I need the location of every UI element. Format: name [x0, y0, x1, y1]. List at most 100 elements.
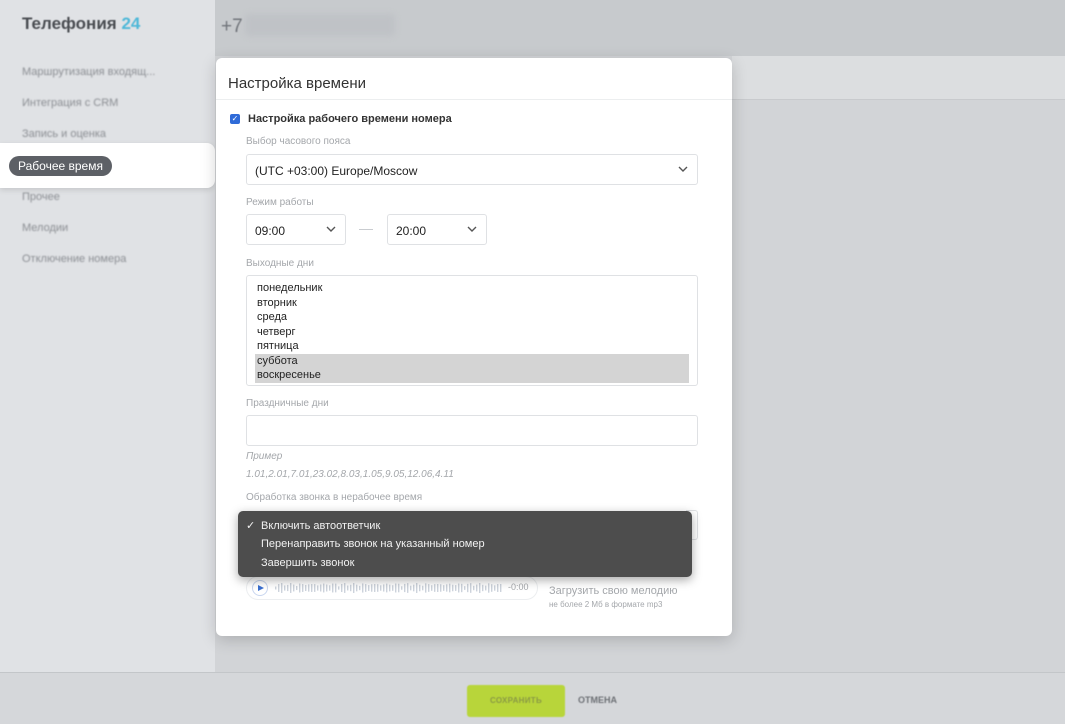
waveform-bar — [314, 584, 316, 592]
waveform-bar — [443, 585, 445, 591]
chevron-down-icon — [325, 223, 339, 237]
sidebar-item-recording[interactable]: Запись и оценка — [22, 128, 106, 140]
waveform-bar — [323, 583, 325, 593]
waveform-bar — [299, 583, 301, 593]
waveform-bar — [479, 583, 481, 593]
upload-melody-link[interactable]: Загрузить свою мелодию — [549, 585, 677, 597]
waveform[interactable] — [275, 581, 503, 595]
waveform-bar — [326, 584, 328, 592]
weekday-option[interactable]: понедельник — [255, 281, 689, 296]
sidebar-item-melodies[interactable]: Мелодии — [22, 222, 68, 234]
sidebar-item-routing[interactable]: Маршрутизация входящ... — [22, 66, 155, 78]
menu-item-forward[interactable]: Перенаправить звонок на указанный номер — [246, 538, 485, 550]
waveform-bar — [293, 584, 295, 592]
weekday-option-selected[interactable]: суббота — [255, 353, 689, 368]
menu-item-end-call[interactable]: Завершить звонок — [246, 557, 354, 569]
menu-item-autoanswer[interactable]: ✓ Включить автоответчик — [246, 519, 380, 532]
waveform-bar — [308, 584, 310, 592]
waveform-bar — [437, 584, 439, 592]
audio-player: -0:00 — [246, 576, 538, 600]
waveform-bar — [458, 583, 460, 593]
waveform-bar — [431, 585, 433, 591]
play-icon[interactable] — [252, 580, 268, 596]
timezone-select[interactable]: (UTC +03:00) Europe/Moscow — [246, 154, 698, 185]
waveform-bar — [407, 583, 409, 593]
waveform-bar — [368, 585, 370, 591]
waveform-bar — [440, 584, 442, 592]
waveform-bar — [395, 583, 397, 593]
save-button[interactable]: СОХРАНИТЬ — [467, 685, 565, 717]
weekday-option[interactable]: вторник — [255, 296, 689, 311]
waveform-bar — [275, 586, 277, 590]
waveform-bar — [413, 584, 415, 592]
waveform-bar — [467, 583, 469, 593]
header: +7 — [215, 0, 1065, 56]
time-to-select[interactable]: 20:00 — [387, 214, 487, 245]
waveform-bar — [371, 584, 373, 592]
waveform-bar — [383, 584, 385, 592]
sidebar-item-worktime[interactable]: Рабочее время — [0, 143, 215, 188]
waveform-bar — [302, 584, 304, 592]
holidays-input[interactable] — [246, 415, 698, 446]
waveform-bar — [404, 583, 406, 593]
phone-number-redacted — [245, 14, 395, 36]
waveform-bar — [344, 583, 346, 593]
waveform-bar — [305, 584, 307, 592]
waveform-bar — [287, 584, 289, 592]
waveform-bar — [446, 584, 448, 592]
sidebar-item-other[interactable]: Прочее — [22, 191, 60, 203]
time-from-value: 09:00 — [255, 224, 286, 238]
waveform-bar — [392, 585, 394, 591]
sidebar-item-label: Рабочее время — [9, 156, 112, 176]
waveform-bar — [281, 583, 283, 593]
checkbox-checked-icon[interactable]: ✓ — [230, 114, 240, 124]
waveform-bar — [401, 586, 403, 590]
weekends-label: Выходные дни — [246, 258, 314, 269]
sidebar-item-disable[interactable]: Отключение номера — [22, 253, 126, 265]
weekday-option[interactable]: четверг — [255, 325, 689, 340]
modal-title: Настройка времени — [228, 75, 366, 92]
weekday-option[interactable]: среда — [255, 310, 689, 325]
work-mode-label: Режим работы — [246, 197, 314, 208]
waveform-bar — [491, 584, 493, 592]
waveform-bar — [494, 585, 496, 591]
waveform-bar — [422, 585, 424, 591]
player-time: -0:00 — [508, 582, 529, 592]
waveform-bar — [311, 584, 313, 592]
waveform-bar — [416, 583, 418, 593]
cancel-button[interactable]: ОТМЕНА — [578, 695, 617, 705]
waveform-bar — [389, 584, 391, 592]
upload-hint: не более 2 Мб в формате mp3 — [549, 600, 663, 609]
sidebar: Телефония 24 Маршрутизация входящ... Инт… — [0, 0, 215, 672]
chevron-down-icon — [677, 163, 691, 177]
waveform-bar — [317, 585, 319, 591]
waveform-bar — [449, 583, 451, 593]
time-from-select[interactable]: 09:00 — [246, 214, 346, 245]
timezone-label: Выбор часового пояса — [246, 136, 351, 147]
waveform-bar — [278, 584, 280, 592]
waveform-bar — [410, 585, 412, 591]
worktime-checkbox-row[interactable]: ✓ Настройка рабочего времени номера — [230, 113, 452, 125]
weekday-option[interactable]: пятница — [255, 339, 689, 354]
waveform-bar — [434, 584, 436, 592]
app-logo: Телефония 24 — [22, 14, 141, 33]
divider — [216, 99, 732, 100]
waveform-bar — [332, 583, 334, 593]
waveform-bar — [290, 583, 292, 593]
waveform-bar — [350, 584, 352, 592]
waveform-bar — [452, 584, 454, 592]
waveform-bar — [356, 584, 358, 592]
weekends-listbox[interactable]: понедельник вторник среда четверг пятниц… — [246, 275, 698, 386]
waveform-bar — [347, 585, 349, 591]
sidebar-item-crm[interactable]: Интеграция с CRM — [22, 97, 118, 109]
offhours-dropdown-menu: ✓ Включить автоответчик Перенаправить зво… — [238, 511, 692, 577]
waveform-bar — [497, 584, 499, 592]
waveform-bar — [473, 585, 475, 591]
content-header-strip — [732, 56, 1065, 100]
footer: СОХРАНИТЬ ОТМЕНА — [0, 672, 1065, 724]
waveform-bar — [500, 584, 502, 592]
weekday-option-selected[interactable]: воскресенье — [255, 368, 689, 383]
waveform-bar — [482, 584, 484, 592]
waveform-bar — [461, 583, 463, 593]
waveform-bar — [359, 585, 361, 591]
